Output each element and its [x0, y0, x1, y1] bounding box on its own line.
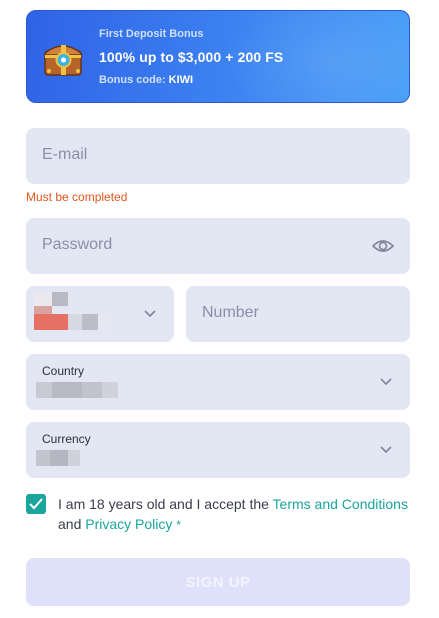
- country-select[interactable]: Country: [26, 354, 410, 410]
- banner-text: First Deposit Bonus 100% up to $3,000 + …: [99, 28, 283, 86]
- password-field[interactable]: Password: [26, 218, 410, 274]
- chevron-down-icon: [380, 446, 392, 454]
- country-value-redacted: [36, 382, 118, 398]
- required-mark: *: [176, 518, 181, 532]
- signup-form-page: First Deposit Bonus 100% up to $3,000 + …: [0, 0, 439, 618]
- terms-text-part-1: I am 18 years old and I accept the: [58, 496, 273, 512]
- phone-country-code-select[interactable]: [26, 286, 174, 342]
- privacy-policy-link[interactable]: Privacy Policy: [85, 516, 172, 532]
- bonus-code-prefix: Bonus code:: [99, 74, 169, 86]
- phone-number-input[interactable]: Number: [186, 286, 410, 342]
- eye-icon[interactable]: [372, 236, 394, 256]
- bonus-code-value: KIWI: [168, 74, 194, 86]
- currency-select[interactable]: Currency: [26, 422, 410, 478]
- chevron-down-icon: [380, 378, 392, 386]
- number-placeholder: Number: [202, 304, 259, 321]
- email-field[interactable]: E-mail: [26, 128, 410, 184]
- banner-headline: 100% up to $3,000 + 200 FS: [99, 49, 284, 65]
- password-placeholder: Password: [42, 236, 113, 253]
- terms-and-conditions-link[interactable]: Terms and Conditions: [273, 496, 408, 512]
- terms-text: I am 18 years old and I accept the Terms…: [58, 494, 418, 535]
- treasure-chest-icon: [44, 45, 82, 76]
- terms-checkbox[interactable]: [26, 494, 46, 514]
- terms-text-part-2: and: [58, 516, 86, 532]
- country-flag: [34, 292, 114, 330]
- first-deposit-bonus-banner[interactable]: First Deposit Bonus 100% up to $3,000 + …: [26, 10, 410, 103]
- checkmark-icon: [29, 498, 43, 510]
- email-placeholder: E-mail: [42, 146, 88, 163]
- banner-title: First Deposit Bonus: [99, 28, 204, 40]
- country-label: Country: [42, 364, 85, 378]
- currency-value-redacted: [36, 450, 80, 466]
- email-error-message: Must be completed: [26, 190, 128, 204]
- chevron-down-icon: [144, 310, 156, 318]
- currency-label: Currency: [42, 432, 91, 446]
- bonus-code: Bonus code: KIWI: [99, 74, 283, 86]
- sign-up-button[interactable]: SIGN UP: [26, 558, 410, 606]
